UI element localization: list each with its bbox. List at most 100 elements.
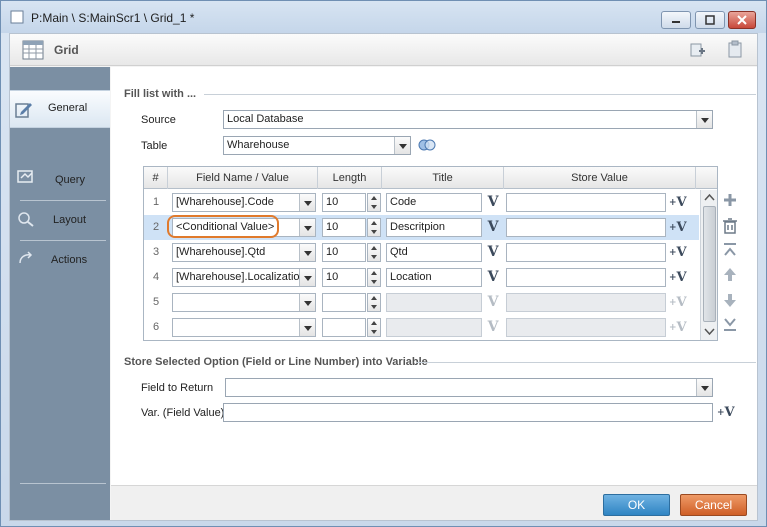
chevron-down-icon[interactable] [299,244,315,261]
sidebar-item-general[interactable]: General [10,90,110,128]
sidebar-item-layout[interactable]: Layout [10,203,110,241]
field-select[interactable]: [Wharehouse].Localization [172,268,316,287]
clipboard-icon[interactable] [727,40,743,58]
store-value-input [506,293,666,312]
link-tables-icon[interactable] [417,137,437,153]
title-input[interactable]: Code [386,193,482,212]
store-value-input[interactable] [506,193,666,212]
length-stepper[interactable] [367,193,381,212]
delete-row-icon[interactable] [721,217,739,235]
sidebar-divider [20,200,106,201]
sidebar-item-label: General [48,102,88,114]
scrollbar-thumb[interactable] [703,206,716,322]
field-select[interactable]: [Wharehouse].Code [172,193,316,212]
store-section-label: Store Selected Option (Field or Line Num… [124,356,428,368]
field-value: [Wharehouse].Code [176,196,274,208]
title-input[interactable]: Descritpion [386,218,482,237]
add-variable-icon: +V [669,320,687,335]
chevron-down-icon[interactable] [394,137,410,154]
length-stepper[interactable] [367,218,381,237]
dialog-footer: OK Cancel [111,485,757,520]
variable-icon[interactable]: V [484,243,502,262]
store-value-input[interactable] [506,268,666,287]
field-select[interactable]: [Wharehouse].Qtd [172,243,316,262]
move-down-icon[interactable] [721,291,739,309]
section-divider [416,362,756,363]
table-select[interactable]: Wharehouse [223,136,411,155]
fill-list-section-label: Fill list with ... [124,88,197,100]
sidebar-item-label: Layout [53,214,87,226]
minimize-button[interactable] [661,11,691,29]
close-button[interactable] [728,11,756,29]
source-select[interactable]: Local Database [223,110,713,129]
chevron-down-icon[interactable] [696,111,712,128]
chevron-down-icon[interactable] [696,379,712,396]
move-up-icon[interactable] [721,266,739,284]
sidebar-item-actions[interactable]: Actions [10,243,110,281]
field-to-return-label: Field to Return [141,382,214,394]
fields-grid: # Field Name / Value Length Title Store … [143,166,718,341]
chevron-down-icon[interactable] [299,269,315,286]
table-row[interactable]: 1 [Wharehouse].Code 10 Code V +V [144,190,699,215]
variable-icon: V [487,319,499,335]
table-row[interactable]: 4 [Wharehouse].Localization 10 Location … [144,265,699,290]
length-stepper[interactable] [367,293,381,312]
length-stepper[interactable] [367,268,381,287]
add-variable-icon[interactable]: +V [669,268,691,287]
sidebar-divider [20,483,106,484]
cancel-button[interactable]: Cancel [680,494,747,516]
chevron-down-icon[interactable] [299,294,315,311]
component-title: Grid [54,43,79,57]
row-number: 6 [152,321,160,333]
field-select[interactable] [172,293,316,312]
scroll-down-icon[interactable] [702,324,717,338]
sidebar-item-query[interactable]: Query [10,163,110,201]
chevron-down-icon[interactable] [299,219,315,236]
add-page-icon[interactable] [688,42,706,58]
row-number: 1 [152,196,160,208]
length-input[interactable]: 10 [322,218,366,237]
length-stepper[interactable] [367,318,381,337]
variable-icon[interactable]: V [484,218,502,237]
column-header-number: # [144,167,168,189]
scroll-up-icon[interactable] [702,191,717,205]
ok-button[interactable]: OK [603,494,670,516]
length-input[interactable]: 10 [322,268,366,287]
row-number: 2 [152,221,160,233]
add-variable-icon[interactable]: +V [669,218,691,237]
add-variable-icon[interactable]: +V [669,193,691,212]
var-field-value-label: Var. (Field Value) [141,407,225,419]
add-row-icon[interactable] [721,191,739,209]
field-select[interactable] [172,318,316,337]
length-input[interactable]: 10 [322,193,366,212]
chevron-down-icon[interactable] [299,319,315,336]
store-value-input[interactable] [506,218,666,237]
title-input[interactable]: Qtd [386,243,482,262]
table-row[interactable]: 5 V +V [144,290,699,315]
variable-icon[interactable]: V [484,268,502,287]
title-input[interactable]: Location [386,268,482,287]
length-input[interactable] [322,293,366,312]
title-bar[interactable]: P:Main \ S:MainScr1 \ Grid_1 * [1,1,766,33]
move-top-icon[interactable] [721,241,739,259]
grid-scrollbar[interactable] [700,190,717,340]
move-bottom-icon[interactable] [721,315,739,333]
store-value-input[interactable] [506,243,666,262]
var-field-value-input[interactable] [223,403,713,422]
length-input[interactable]: 10 [322,243,366,262]
dialog-window: P:Main \ S:MainScr1 \ Grid_1 * Grid Gene… [0,0,767,527]
sidebar: General Query Layout Actions [10,67,110,520]
minimize-icon [672,21,680,23]
length-input[interactable] [322,318,366,337]
maximize-button[interactable] [695,11,725,29]
length-stepper[interactable] [367,243,381,262]
variable-icon[interactable]: V [484,193,502,212]
table-row[interactable]: 6 V +V [144,315,699,340]
store-value-input [506,318,666,337]
add-variable-icon[interactable]: +V [669,243,691,262]
window-title: P:Main \ S:MainScr1 \ Grid_1 * [31,11,195,25]
table-row[interactable]: 3 [Wharehouse].Qtd 10 Qtd V +V [144,240,699,265]
chevron-down-icon[interactable] [299,194,315,211]
field-to-return-select[interactable] [225,378,713,397]
add-variable-icon[interactable]: +V [717,403,739,422]
